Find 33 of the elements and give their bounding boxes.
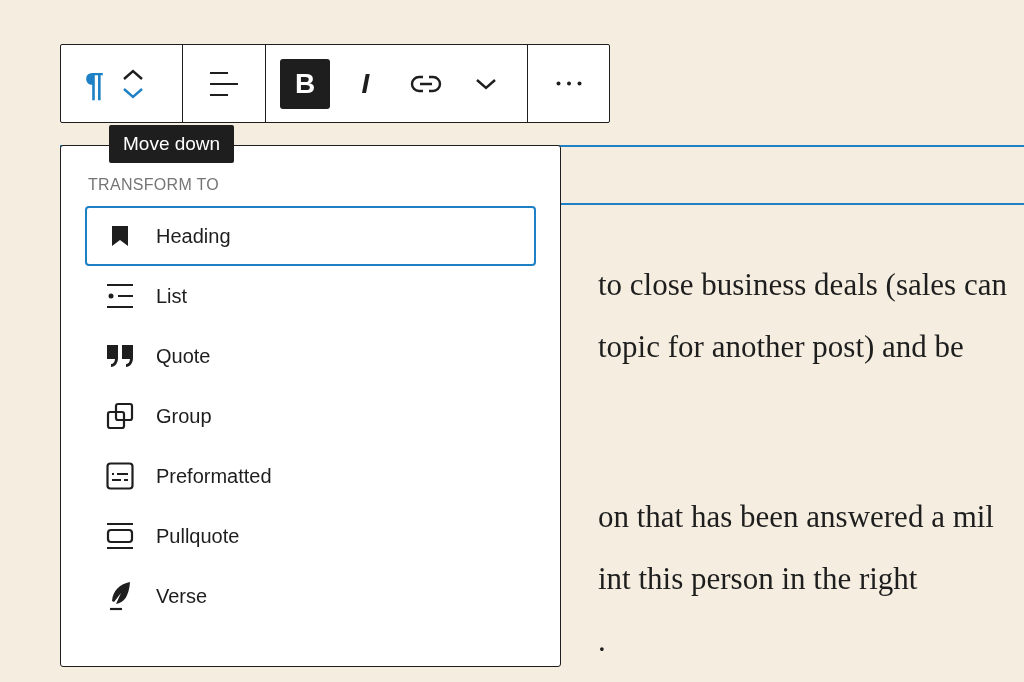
link-icon bbox=[409, 74, 442, 93]
paragraph-text: topic for another post) and be bbox=[598, 328, 964, 366]
group-icon bbox=[106, 402, 134, 430]
paragraph-button[interactable]: ¶ bbox=[85, 66, 104, 101]
align-button[interactable] bbox=[209, 70, 239, 97]
pullquote-icon bbox=[106, 522, 134, 550]
paragraph-text: to close business deals (sales can bbox=[598, 266, 1007, 304]
quote-icon bbox=[106, 344, 134, 368]
transform-option[interactable]: Quote bbox=[85, 326, 536, 386]
tooltip: Move down bbox=[109, 125, 235, 163]
paragraph-text: int this person in the right bbox=[598, 560, 918, 598]
move-up-button[interactable] bbox=[121, 68, 144, 81]
transform-option[interactable]: Group bbox=[85, 386, 536, 446]
paragraph-text: on that has been answered a mil bbox=[598, 498, 994, 536]
align-left-icon bbox=[209, 70, 239, 97]
preformatted-icon bbox=[106, 462, 134, 490]
move-down-button[interactable] bbox=[121, 86, 144, 99]
transform-option[interactable]: List bbox=[85, 266, 536, 326]
list-icon bbox=[106, 283, 134, 309]
bold-button[interactable]: B bbox=[280, 58, 331, 109]
menu-heading: TRANSFORM TO bbox=[88, 176, 219, 194]
chevron-icon bbox=[474, 77, 497, 90]
transform-option[interactable]: Heading bbox=[85, 206, 536, 266]
transform-option[interactable]: Verse bbox=[85, 566, 536, 626]
feather-icon bbox=[108, 581, 132, 611]
paragraph-text: . bbox=[598, 622, 606, 660]
italic-button[interactable]: I bbox=[340, 58, 391, 109]
transform-option[interactable]: Preformatted bbox=[85, 446, 536, 506]
transform-option[interactable]: Pullquote bbox=[85, 506, 536, 566]
chevron-icon bbox=[121, 86, 144, 99]
bookmark-icon bbox=[110, 225, 130, 247]
chevron-icon bbox=[121, 68, 144, 81]
more-icon bbox=[555, 81, 582, 86]
